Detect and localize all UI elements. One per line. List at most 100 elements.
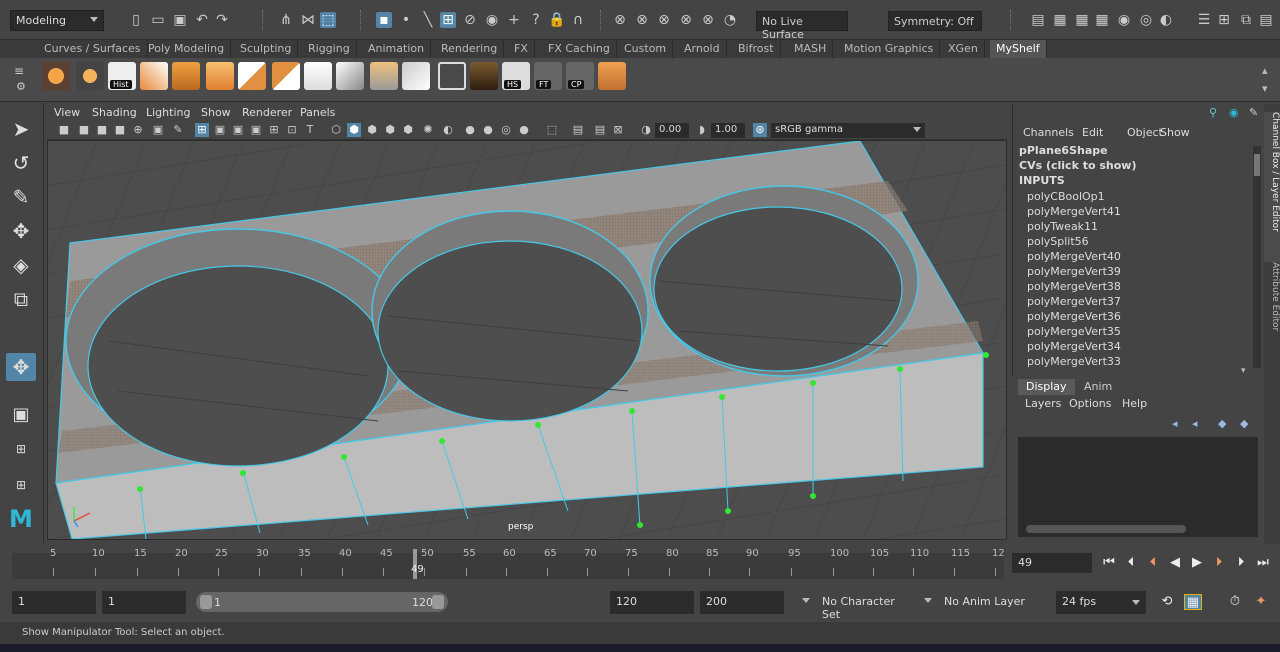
- shelf-settings-icon[interactable]: ⚙: [16, 80, 26, 93]
- viewport-menu-panels[interactable]: Panels: [300, 106, 335, 119]
- xray-icon[interactable]: ▤: [571, 123, 585, 137]
- outliner-icon[interactable]: ☰: [1196, 12, 1212, 28]
- history-icon[interactable]: Hist: [108, 62, 136, 90]
- snap-view-icon[interactable]: ⊗: [634, 12, 650, 28]
- step-back-icon[interactable]: ⏴: [1122, 555, 1140, 571]
- combine-icon[interactable]: [304, 62, 332, 90]
- vertex-mode-icon[interactable]: •: [398, 12, 414, 28]
- open-scene-icon[interactable]: ▭: [150, 12, 166, 28]
- help-icon[interactable]: ?: [528, 12, 544, 28]
- layer-scrollbar[interactable]: [1026, 525, 1186, 533]
- range-slider[interactable]: 1 120: [196, 592, 448, 612]
- append-icon[interactable]: [272, 62, 300, 90]
- anti-alias-icon[interactable]: ◎: [499, 123, 513, 137]
- input-node[interactable]: polyMergeVert39: [1027, 265, 1121, 278]
- input-node[interactable]: polyMergeVert38: [1027, 280, 1121, 293]
- viewport-menu-view[interactable]: View: [54, 106, 80, 119]
- snap-grid-icon[interactable]: +: [506, 12, 522, 28]
- hypershade-shelf-icon[interactable]: HS: [502, 62, 530, 90]
- play-back-icon[interactable]: ◀: [1166, 555, 1184, 571]
- freeze-transform-icon[interactable]: FT: [534, 62, 562, 90]
- face-mode-icon[interactable]: ⊞: [440, 12, 456, 28]
- layer-list[interactable]: [1018, 437, 1258, 537]
- channel-menu-edit[interactable]: Edit: [1082, 126, 1103, 139]
- grease-pencil-icon[interactable]: ✎: [171, 123, 185, 137]
- axis-icon[interactable]: ⚲: [1209, 106, 1217, 119]
- tab-display[interactable]: Display: [1018, 379, 1075, 395]
- snap-point-icon[interactable]: ◉: [484, 12, 500, 28]
- viewport-menu-renderer[interactable]: Renderer: [242, 106, 292, 119]
- next-key-icon[interactable]: ⏵: [1210, 555, 1228, 571]
- motion-blur-icon[interactable]: ●: [481, 123, 495, 137]
- textured-icon[interactable]: ⬢: [383, 123, 397, 137]
- shelf-tab-xgen[interactable]: XGen: [942, 40, 985, 58]
- safe-action-icon[interactable]: ⊡: [285, 123, 299, 137]
- extrude-icon[interactable]: [172, 62, 200, 90]
- edit-icon[interactable]: ✎: [1249, 106, 1258, 119]
- paint-select-icon[interactable]: ✎: [6, 183, 36, 211]
- shelf-tab-curves-surfaces[interactable]: Curves / Surfaces: [38, 40, 148, 58]
- input-node[interactable]: polyMergeVert40: [1027, 250, 1121, 263]
- layer-move-down-icon[interactable]: ◂: [1192, 417, 1198, 430]
- shelf-tab-sculpting[interactable]: Sculpting: [234, 40, 299, 58]
- uv-editor-icon[interactable]: [470, 62, 498, 90]
- channel-scrollbar[interactable]: [1253, 146, 1261, 368]
- camera-icon[interactable]: ■: [57, 123, 71, 137]
- symmetry-field[interactable]: Symmetry: Off: [888, 11, 982, 31]
- viewport-menu-lighting[interactable]: Lighting: [146, 106, 190, 119]
- shelf-tab-poly-modeling[interactable]: Poly Modeling: [142, 40, 232, 58]
- wireframe-icon[interactable]: ⬡: [329, 123, 343, 137]
- image-plane-icon[interactable]: ⊕: [131, 123, 145, 137]
- shelf-tab-mash[interactable]: MASH: [788, 40, 834, 58]
- scene-start-field[interactable]: 1: [12, 591, 96, 614]
- grid-toggle-icon[interactable]: ⊞: [195, 123, 209, 137]
- input-node[interactable]: polyCBoolOp1: [1027, 190, 1105, 203]
- redo-icon[interactable]: ↷: [214, 12, 230, 28]
- select-hierarchy-icon[interactable]: ⋔: [278, 12, 294, 28]
- edge-mode-icon[interactable]: ╲: [420, 12, 436, 28]
- input-node[interactable]: polyMergeVert33: [1027, 355, 1121, 368]
- layer-stack-icon[interactable]: [370, 62, 398, 90]
- 2d-pan-icon[interactable]: ▣: [151, 123, 165, 137]
- render-view-icon[interactable]: ▤: [1030, 12, 1046, 28]
- new-scene-icon[interactable]: ▯: [128, 12, 144, 28]
- gate-mask-icon[interactable]: ▣: [249, 123, 263, 137]
- select-mode-icon[interactable]: ▪: [376, 12, 392, 28]
- range-handle-left[interactable]: [200, 595, 212, 609]
- input-node[interactable]: polyMergeVert37: [1027, 295, 1121, 308]
- shelf-menu-icon[interactable]: ≡: [14, 64, 24, 78]
- gamma-field[interactable]: 1.00: [711, 123, 745, 138]
- select-component-icon[interactable]: ⬚: [320, 12, 336, 28]
- layer-menu-options[interactable]: Options: [1069, 397, 1111, 410]
- channel-menu-channels[interactable]: Channels: [1023, 126, 1074, 139]
- snap-projected-icon[interactable]: ⊗: [678, 12, 694, 28]
- tab-anim[interactable]: Anim: [1076, 379, 1120, 395]
- viewport-persp[interactable]: persp: [47, 140, 1007, 540]
- shelf-tab-arnold[interactable]: Arnold: [678, 40, 727, 58]
- grid-tool-icon[interactable]: [438, 62, 466, 90]
- select-tool-icon[interactable]: ➤: [6, 115, 36, 143]
- anim-layer-dropdown[interactable]: No Anim Layer: [938, 591, 1034, 614]
- lights-icon[interactable]: ⬢: [401, 123, 415, 137]
- shadows-icon[interactable]: ◐: [441, 123, 455, 137]
- anim-prefs-icon[interactable]: ✦: [1252, 594, 1270, 610]
- play-forward-icon[interactable]: ▶: [1188, 555, 1206, 571]
- cache-playback-icon[interactable]: ▦: [1184, 594, 1202, 610]
- snap-live-icon[interactable]: ⊗: [656, 12, 672, 28]
- viewport-menu-shading[interactable]: Shading: [92, 106, 137, 119]
- single-perspective-icon[interactable]: ▣: [6, 401, 36, 429]
- shelf-tab-fx[interactable]: FX: [508, 40, 535, 58]
- separate-icon[interactable]: [336, 62, 364, 90]
- isolate-select-icon[interactable]: ⬚: [545, 123, 559, 137]
- snap-curve-icon[interactable]: ⊘: [462, 12, 478, 28]
- scale-tool-icon[interactable]: ⧉: [6, 285, 36, 313]
- shelf-tab-custom[interactable]: Custom: [618, 40, 674, 58]
- bevel-icon[interactable]: [206, 62, 234, 90]
- inputs-header[interactable]: INPUTS: [1019, 174, 1065, 187]
- move-tool-icon[interactable]: ✥: [6, 217, 36, 245]
- undo-icon[interactable]: ↶: [194, 12, 210, 28]
- lock-icon[interactable]: 🔒: [548, 12, 565, 28]
- mode-select[interactable]: Modeling: [10, 10, 104, 31]
- two-view-icon[interactable]: ⊞: [6, 471, 36, 499]
- channel-scroll-thumb[interactable]: [1254, 154, 1260, 176]
